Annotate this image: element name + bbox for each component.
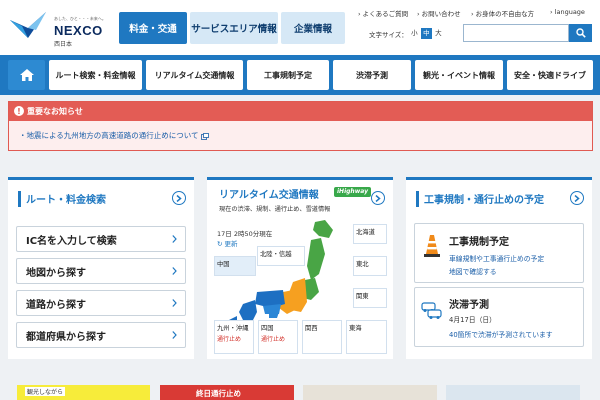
nav-item-safe-drive[interactable]: 安全・快適ドライブ (507, 60, 593, 90)
nav-item-realtime-traffic[interactable]: リアルタイム交通情報 (146, 60, 243, 90)
search-input[interactable] (463, 24, 569, 42)
main-tab-service-area[interactable]: サービスエリア情報 (190, 12, 278, 44)
congestion-forecast-item[interactable]: 渋滞予測 4月17日（日） 40箇所で渋滞が予測されています (414, 287, 584, 347)
nav-item-tourism[interactable]: 観光・イベント情報 (415, 60, 503, 90)
nexco-logo-mark-icon (10, 12, 46, 38)
font-size-control: 文字サイズ： 小 中 大 (369, 28, 444, 39)
notice-title: 重要なお知らせ (27, 107, 83, 116)
construction-card: 工事規制・通行止めの予定 工事規制予定 車線規制や工事通行止めの予定 地図で確認… (406, 177, 592, 359)
region-hokuriku[interactable]: 北陸・信越 (257, 246, 305, 266)
construction-card-title[interactable]: 工事規制・通行止めの予定 (424, 191, 544, 206)
region-chugoku[interactable]: 中国 (214, 256, 256, 276)
chevron-right-icon (172, 267, 177, 275)
traffic-jam-icon (421, 302, 442, 319)
logo-name: NEXCO (54, 23, 103, 38)
info-banner-3[interactable] (303, 385, 437, 400)
region-tohoku[interactable]: 東北 (353, 256, 387, 276)
realtime-traffic-card: リアルタイム交通情報 iHighway 現在の渋滞、規制、通行止め、雪道情報 1… (207, 177, 393, 359)
font-size-label: 文字サイズ： (369, 30, 408, 39)
nav-item-route-search[interactable]: ルート検索・料金情報 (49, 60, 142, 90)
main-tab-fares-traffic[interactable]: 料金・交通 (119, 12, 187, 44)
map-search-button[interactable]: 地図から探す (16, 258, 186, 284)
faq-link[interactable]: › よくあるご質問 (358, 8, 408, 18)
road-search-button[interactable]: 道路から探す (16, 290, 186, 316)
region-hokkaido[interactable]: 北海道 (353, 224, 387, 244)
region-kanto[interactable]: 関東 (353, 288, 387, 308)
region-kyushu[interactable]: 九州・沖縄 通行止め (214, 320, 254, 354)
ic-search-button[interactable]: IC名を入力して検索 (16, 226, 186, 252)
search-button[interactable] (569, 24, 592, 42)
region-tokai[interactable]: 東海 (346, 320, 387, 354)
site-header: あした、ひと・・・未来へ。 NEXCO 西日本 料金・交通 サービスエリア情報 … (0, 0, 600, 55)
construction-card-arrow-icon[interactable] (570, 191, 584, 205)
notice-header: ! 重要なお知らせ (9, 102, 592, 121)
route-fare-card: ルート・料金検索 IC名を入力して検索 地図から探す 道路から探す 都道府県から… (8, 177, 194, 359)
font-size-small[interactable]: 小 (409, 28, 420, 39)
notice-link[interactable]: ・地震による九州地方の高速道路の通行止めについて (19, 130, 209, 141)
font-size-large[interactable]: 大 (433, 28, 444, 39)
alert-icon: ! (14, 106, 24, 116)
tourism-banner[interactable]: 観光しながら (17, 385, 150, 400)
contact-link[interactable]: › お問い合わせ (417, 8, 461, 18)
card-accent (416, 191, 419, 207)
main-tab-corporate[interactable]: 企業情報 (281, 12, 345, 44)
external-link-icon (201, 132, 209, 140)
chevron-right-icon (172, 331, 177, 339)
nav-item-congestion[interactable]: 渋滞予測 (333, 60, 411, 90)
route-card-title[interactable]: ルート・料金検索 (26, 191, 106, 206)
logo-sub: 西日本 (54, 41, 73, 48)
closure-banner[interactable]: 終日通行止め (160, 385, 294, 400)
chevron-right-icon (172, 235, 177, 243)
card-accent (18, 191, 21, 207)
accessibility-link[interactable]: › お身体の不自由な方 (471, 8, 534, 18)
nexco-logo[interactable]: あした、ひと・・・未来へ。 NEXCO 西日本 (8, 8, 108, 48)
search-icon (575, 28, 586, 38)
home-icon (19, 69, 34, 81)
traffic-cone-icon (424, 235, 440, 257)
logo-tagline: あした、ひと・・・未来へ。 (54, 16, 106, 21)
font-size-medium[interactable]: 中 (420, 28, 432, 39)
region-kansai[interactable]: 関西 (302, 320, 342, 354)
kyushu-status: 通行止め (217, 336, 242, 343)
important-notice: ! 重要なお知らせ ・地震による九州地方の高速道路の通行止めについて (8, 101, 593, 151)
construction-schedule-item[interactable]: 工事規制予定 車線規制や工事通行止めの予定 地図で確認する (414, 223, 584, 283)
chevron-right-icon (172, 299, 177, 307)
region-shikoku[interactable]: 四国 通行止め (258, 320, 298, 354)
shikoku-status: 通行止め (261, 336, 286, 343)
nav-item-construction[interactable]: 工事規制予定 (247, 60, 329, 90)
language-link[interactable]: › language (550, 8, 585, 16)
prefecture-search-button[interactable]: 都道府県から探す (16, 322, 186, 348)
info-banner-4[interactable] (446, 385, 580, 400)
nav-home-button[interactable] (8, 60, 45, 90)
route-card-arrow-icon[interactable] (172, 191, 186, 205)
